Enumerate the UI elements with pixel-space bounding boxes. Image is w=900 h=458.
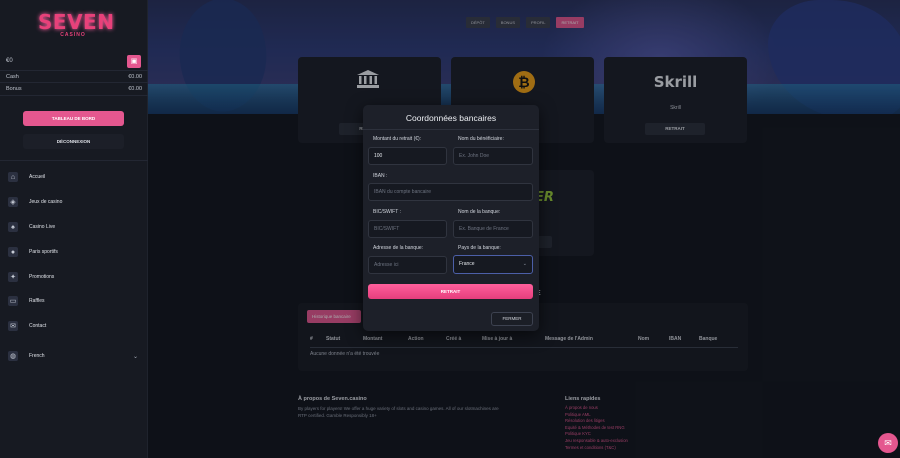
divider [363, 129, 539, 130]
sidebar-item-label: Jeux de casino [29, 199, 63, 205]
sidebar-item-sports[interactable]: ● Paris sportifs [8, 245, 138, 259]
bonus-value: €0.00 [128, 86, 142, 92]
sidebar-item-raffles[interactable]: ▭ Raffles [8, 294, 138, 308]
cash-row: Cash €0.00 [6, 74, 142, 80]
sidebar-item-live-casino[interactable]: ♠ Casino Live [8, 220, 138, 234]
language-selector[interactable]: ◍ French ⌄ [8, 349, 138, 363]
balance-total: €0 [6, 58, 13, 64]
bank-name-input[interactable] [453, 220, 533, 238]
cash-value: €0.00 [128, 74, 142, 80]
country-value: France [459, 261, 475, 267]
balance-total-row: €0 [6, 58, 142, 64]
slots-icon: ◈ [8, 197, 18, 207]
submit-withdraw-button[interactable]: RETRAIT [368, 284, 533, 299]
bank-name-label: Nom de la banque: [458, 209, 501, 215]
brand-logo[interactable]: SEVEN CASINO [38, 10, 115, 44]
modal-title: Coordonnées bancaires [405, 113, 497, 123]
close-button[interactable]: FERMER [491, 312, 533, 326]
bic-label: BIC/SWIFT : [373, 209, 401, 215]
bank-address-input[interactable] [368, 256, 447, 274]
chevron-down-icon: ⌄ [522, 261, 527, 267]
sidebar-item-label: Contact [29, 323, 47, 329]
mail-icon: ✉ [8, 321, 18, 331]
brand-name: SEVEN [38, 10, 115, 34]
globe-icon: ◍ [8, 351, 18, 361]
home-icon: ⌂ [8, 172, 18, 182]
bic-input[interactable] [368, 220, 447, 238]
divider [0, 95, 148, 96]
logout-button[interactable]: DÉCONNEXION [23, 134, 124, 149]
country-label: Pays de la banque: [458, 245, 501, 251]
sidebar-item-label: Casino Live [29, 224, 56, 230]
wallet-icon[interactable]: ▣ [127, 55, 141, 68]
bonus-label: Bonus [6, 86, 22, 92]
country-select[interactable]: France ⌄ [453, 255, 533, 274]
cash-label: Cash [6, 74, 19, 80]
bank-details-modal: Coordonnées bancaires Montant du retrait… [363, 105, 539, 331]
chevron-down-icon: ⌄ [132, 353, 138, 360]
chat-icon[interactable]: ✉ [878, 433, 898, 453]
gift-icon: ✦ [8, 272, 18, 282]
sidebar-item-casino-games[interactable]: ◈ Jeux de casino [8, 195, 138, 209]
bonus-row: Bonus €0.00 [6, 86, 142, 92]
amount-label: Montant du retrait (€): [373, 136, 422, 142]
beneficiary-input[interactable] [453, 147, 533, 165]
sidebar: SEVEN CASINO €0 ▣ Cash €0.00 Bonus €0.00… [0, 0, 148, 458]
amount-input[interactable] [368, 147, 447, 165]
live-casino-icon: ♠ [8, 222, 18, 232]
beneficiary-label: Nom du bénéficiaire: [458, 136, 504, 142]
sidebar-item-label: Raffles [29, 298, 45, 304]
sidebar-item-label: Paris sportifs [29, 249, 58, 255]
divider [0, 160, 148, 161]
sidebar-item-label: Promotions [29, 274, 55, 280]
sidebar-item-contact[interactable]: ✉ Contact [8, 319, 138, 333]
divider [0, 82, 148, 83]
iban-input[interactable] [368, 183, 533, 201]
sidebar-item-accueil[interactable]: ⌂ Accueil [8, 170, 138, 184]
bank-address-label: Adresse de la banque: [373, 245, 424, 251]
ticket-icon: ▭ [8, 296, 18, 306]
dashboard-button[interactable]: TABLEAU DE BORD [23, 111, 124, 126]
divider [0, 70, 148, 71]
sidebar-item-label: Accueil [29, 174, 46, 180]
sidebar-item-promotions[interactable]: ✦ Promotions [8, 270, 138, 284]
sidebar-item-label: French [29, 353, 45, 359]
iban-label: IBAN : [373, 173, 388, 179]
sports-icon: ● [8, 247, 18, 257]
